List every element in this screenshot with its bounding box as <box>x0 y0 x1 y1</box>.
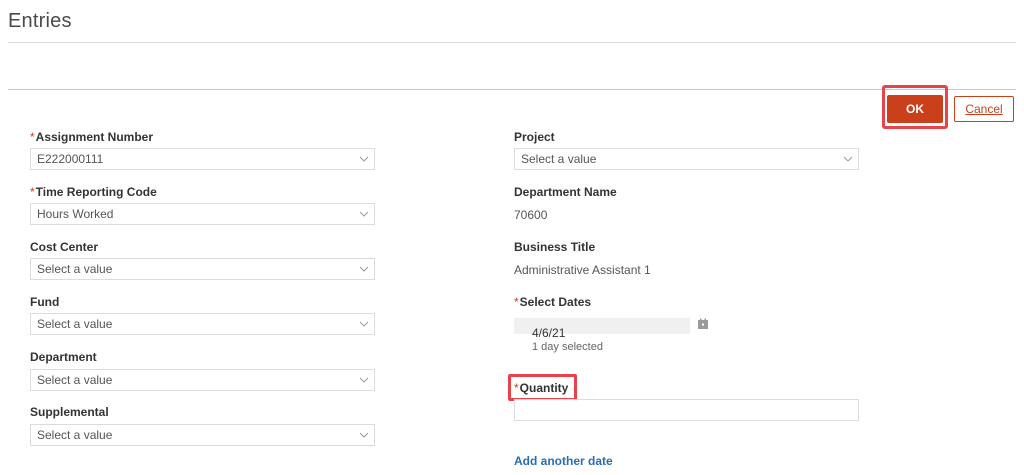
supplemental-label: Supplemental <box>30 405 109 419</box>
cost-center-label: Cost Center <box>30 240 99 254</box>
chevron-down-icon <box>354 425 374 445</box>
cancel-button-label: Cancel <box>965 102 1003 116</box>
department-name-value: 70600 <box>514 208 548 222</box>
project-label: Project <box>514 130 555 144</box>
assignment-number-select[interactable]: E222000111 <box>30 148 375 170</box>
business-title-label: Business Title <box>514 240 596 254</box>
required-marker: * <box>30 130 35 144</box>
quantity-input[interactable] <box>514 399 859 421</box>
fund-select[interactable]: Select a value <box>30 313 375 335</box>
ok-button-highlight <box>882 85 948 129</box>
chevron-down-icon <box>354 314 374 334</box>
time-reporting-code-label: *Time Reporting Code <box>30 185 157 199</box>
assignment-number-label: *Assignment Number <box>30 130 154 144</box>
department-value: Select a value <box>37 373 113 387</box>
time-reporting-code-select[interactable]: Hours Worked <box>30 203 375 225</box>
chevron-down-icon <box>354 259 374 279</box>
project-select[interactable]: Select a value <box>514 148 859 170</box>
business-title-value: Administrative Assistant 1 <box>514 263 651 277</box>
select-dates-label: *Select Dates <box>514 295 592 309</box>
required-marker: * <box>514 295 519 309</box>
title-divider <box>8 42 1016 43</box>
fund-value: Select a value <box>37 317 113 331</box>
page-title: Entries <box>8 10 72 32</box>
project-value: Select a value <box>521 152 597 166</box>
supplemental-select[interactable]: Select a value <box>30 424 375 446</box>
chevron-down-icon <box>354 370 374 390</box>
quantity-label-highlight <box>508 374 577 401</box>
fund-label: Fund <box>30 295 60 309</box>
required-marker: * <box>30 185 35 199</box>
selected-date-value: 4/6/21 <box>532 326 566 340</box>
department-label: Department <box>30 350 97 364</box>
department-name-label: Department Name <box>514 185 617 199</box>
cost-center-select[interactable]: Select a value <box>30 258 375 280</box>
chevron-down-icon <box>354 204 374 224</box>
department-select[interactable]: Select a value <box>30 369 375 391</box>
cancel-button[interactable]: Cancel <box>954 96 1014 122</box>
cost-center-value: Select a value <box>37 262 113 276</box>
chevron-down-icon <box>838 149 858 169</box>
calendar-icon[interactable] <box>697 318 709 330</box>
supplemental-value: Select a value <box>37 428 113 442</box>
assignment-number-value: E222000111 <box>37 152 104 166</box>
dates-selected-summary: 1 day selected <box>532 341 603 353</box>
time-reporting-code-value: Hours Worked <box>37 207 114 221</box>
section-divider <box>8 89 1016 90</box>
chevron-down-icon <box>354 149 374 169</box>
add-another-date-link[interactable]: Add another date <box>514 454 613 468</box>
